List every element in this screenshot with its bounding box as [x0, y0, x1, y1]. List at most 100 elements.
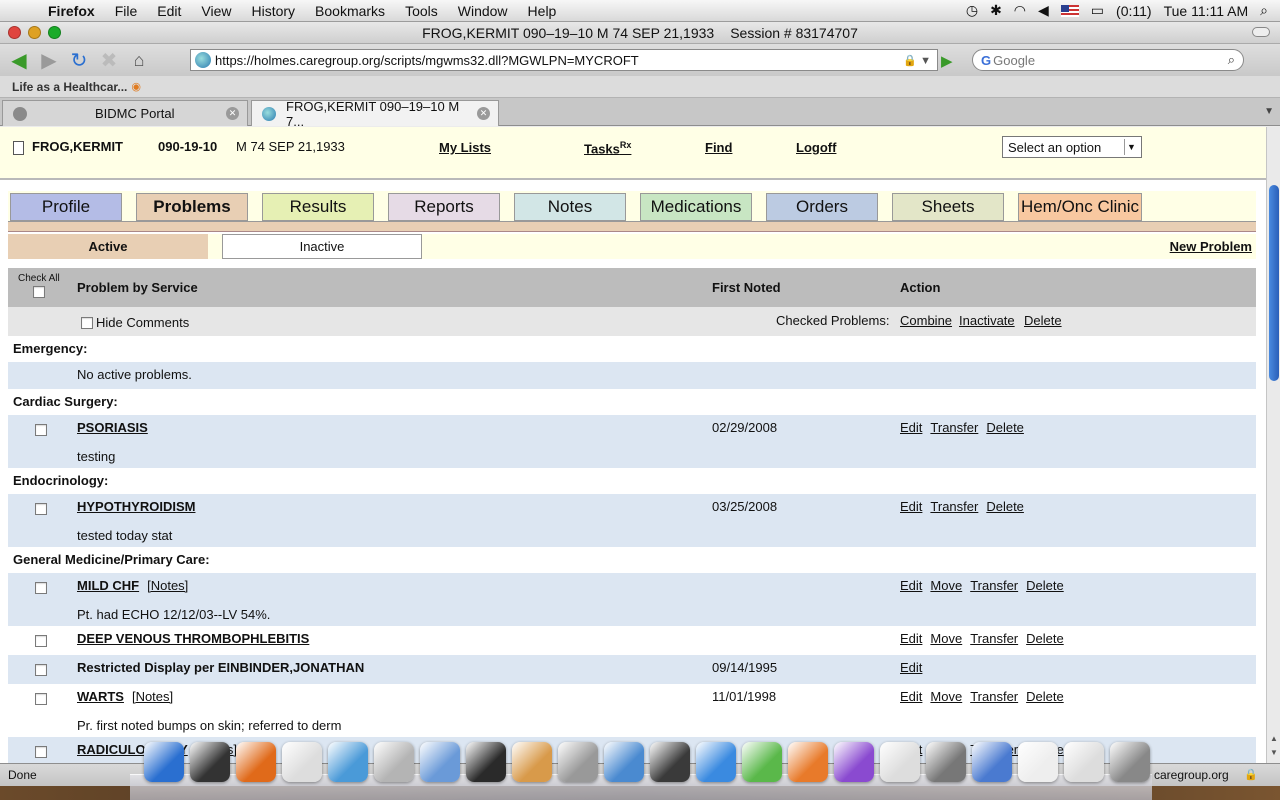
- tasks-rx-superscript[interactable]: Rx: [620, 140, 632, 150]
- menu-file[interactable]: File: [105, 3, 148, 19]
- dock-app-icon[interactable]: [144, 742, 184, 782]
- action-delete-link[interactable]: Delete: [986, 420, 1024, 435]
- option-select-value[interactable]: Select an option: [1008, 140, 1101, 155]
- forward-arrow-icon[interactable]: ▶: [36, 48, 62, 72]
- browser-tab-label[interactable]: BIDMC Portal: [37, 106, 226, 121]
- battery-status[interactable]: (0:11): [1116, 3, 1152, 19]
- menu-help[interactable]: Help: [518, 3, 567, 19]
- go-arrow-icon[interactable]: ▶: [941, 52, 953, 70]
- new-problem-link[interactable]: New Problem: [1170, 239, 1252, 254]
- dock-app-icon[interactable]: [374, 742, 414, 782]
- dock-app-icon[interactable]: [880, 742, 920, 782]
- subtab-active[interactable]: Active: [8, 234, 208, 259]
- tab-reports[interactable]: Reports: [388, 193, 500, 221]
- back-arrow-icon[interactable]: ◀: [6, 48, 32, 72]
- problem-name[interactable]: DEEP VENOUS THROMBOPHLEBITIS: [77, 631, 309, 646]
- close-window-icon[interactable]: [8, 26, 21, 39]
- dock-app-icon[interactable]: [834, 742, 874, 782]
- tab-profile[interactable]: Profile: [10, 193, 122, 221]
- dock-app-icon[interactable]: [512, 742, 552, 782]
- search-icon[interactable]: ⌕: [1228, 52, 1235, 68]
- action-edit-link[interactable]: Edit: [900, 420, 922, 435]
- menu-window[interactable]: Window: [448, 3, 518, 19]
- menu-bookmarks[interactable]: Bookmarks: [305, 3, 395, 19]
- dock-app-icon[interactable]: [696, 742, 736, 782]
- problem-checkbox[interactable]: [35, 503, 47, 515]
- logoff-link[interactable]: Logoff: [796, 140, 836, 155]
- reload-icon[interactable]: ↻: [66, 48, 92, 72]
- scrollbar-thumb[interactable]: [1269, 185, 1279, 381]
- zoom-window-icon[interactable]: [48, 26, 61, 39]
- tab-problems[interactable]: Problems: [136, 193, 248, 221]
- menu-tools[interactable]: Tools: [395, 3, 448, 19]
- action-transfer-link[interactable]: Transfer: [930, 420, 978, 435]
- action-transfer-link[interactable]: Transfer: [970, 578, 1018, 593]
- tab-hem-onc-clinic[interactable]: Hem/Onc Clinic: [1018, 193, 1142, 221]
- battery-icon[interactable]: ▭: [1091, 2, 1104, 19]
- vertical-scrollbar[interactable]: ▲ ▼: [1266, 127, 1280, 763]
- action-delete-link[interactable]: Delete: [986, 499, 1024, 514]
- tasks-link-label[interactable]: Tasks: [584, 141, 620, 156]
- action-edit-link[interactable]: Edit: [900, 660, 922, 675]
- close-tab-icon[interactable]: ✕: [226, 107, 239, 120]
- problem-name[interactable]: PSORIASIS: [77, 420, 148, 435]
- my-lists-link[interactable]: My Lists: [439, 140, 491, 155]
- time-machine-icon[interactable]: ◷: [966, 2, 978, 19]
- dock-app-icon[interactable]: [1018, 742, 1058, 782]
- find-link[interactable]: Find: [705, 140, 732, 155]
- spotlight-icon[interactable]: ⌕: [1260, 2, 1268, 19]
- tab-results[interactable]: Results: [262, 193, 374, 221]
- problem-checkbox[interactable]: [35, 693, 47, 705]
- dock-app-icon[interactable]: [972, 742, 1012, 782]
- dock-app-icon[interactable]: [1064, 742, 1104, 782]
- search-placeholder[interactable]: Google: [993, 53, 1035, 68]
- check-all[interactable]: Check All: [18, 273, 60, 298]
- toolbar-toggle-icon[interactable]: [1252, 27, 1270, 37]
- problem-name[interactable]: HYPOTHYROIDISM: [77, 499, 195, 514]
- tab-medications[interactable]: Medications: [640, 193, 752, 221]
- problem-name-text[interactable]: PSORIASIS: [77, 420, 148, 435]
- action-edit-link[interactable]: Edit: [900, 499, 922, 514]
- hide-comments[interactable]: Hide Comments: [81, 315, 189, 330]
- bookmark-item[interactable]: Life as a Healthcar...: [12, 80, 127, 94]
- problem-name[interactable]: MILD CHF [Notes]: [77, 578, 188, 593]
- action-delete-link[interactable]: Delete: [1026, 631, 1064, 646]
- action-delete-link[interactable]: Delete: [1026, 689, 1064, 704]
- subtab-inactive[interactable]: Inactive: [222, 234, 422, 259]
- hide-comments-label[interactable]: Hide Comments: [96, 315, 189, 330]
- dock-app-icon[interactable]: [788, 742, 828, 782]
- stop-icon[interactable]: ✖: [96, 48, 122, 72]
- lock-icon[interactable]: 🔒: [1244, 768, 1258, 781]
- bluetooth-icon[interactable]: ✱: [990, 2, 1002, 19]
- url-text[interactable]: https://holmes.caregroup.org/scripts/mgw…: [215, 53, 897, 68]
- browser-tab-bidmc[interactable]: BIDMC Portal ✕: [2, 100, 248, 126]
- menu-app-name[interactable]: Firefox: [38, 3, 105, 19]
- wifi-icon[interactable]: ◠: [1014, 2, 1026, 19]
- scroll-up-arrow-icon[interactable]: ▲: [1270, 734, 1278, 743]
- dock-app-icon[interactable]: [742, 742, 782, 782]
- inactivate-link[interactable]: Inactivate: [959, 313, 1015, 328]
- dock-app-icon[interactable]: [328, 742, 368, 782]
- problem-name[interactable]: WARTS [Notes]: [77, 689, 173, 704]
- action-edit-link[interactable]: Edit: [900, 631, 922, 646]
- delete-checked-link[interactable]: Delete: [1024, 313, 1062, 328]
- dock-app-icon[interactable]: [558, 742, 598, 782]
- bookmark-dropdown-icon[interactable]: 🔒 ▼: [897, 54, 937, 67]
- dock-app-icon[interactable]: [1110, 742, 1150, 782]
- dock-app-icon[interactable]: [282, 742, 322, 782]
- problem-name-text[interactable]: HYPOTHYROIDISM: [77, 499, 195, 514]
- problem-checkbox[interactable]: [35, 635, 47, 647]
- dock-app-icon[interactable]: [926, 742, 966, 782]
- dock-app-icon[interactable]: [190, 742, 230, 782]
- close-tab-icon[interactable]: ✕: [477, 107, 490, 120]
- scroll-down-arrow-icon[interactable]: ▼: [1270, 748, 1278, 757]
- combine-link[interactable]: Combine: [900, 313, 952, 328]
- problem-checkbox[interactable]: [35, 664, 47, 676]
- action-delete-link[interactable]: Delete: [1026, 578, 1064, 593]
- browser-tab-patient[interactable]: FROG,KERMIT 090–19–10 M 7... ✕: [251, 99, 499, 129]
- action-transfer-link[interactable]: Transfer: [930, 499, 978, 514]
- action-move-link[interactable]: Move: [930, 578, 962, 593]
- notes-link[interactable]: [Notes]: [147, 578, 188, 593]
- menu-edit[interactable]: Edit: [147, 3, 191, 19]
- search-field[interactable]: G Google ⌕: [972, 49, 1244, 71]
